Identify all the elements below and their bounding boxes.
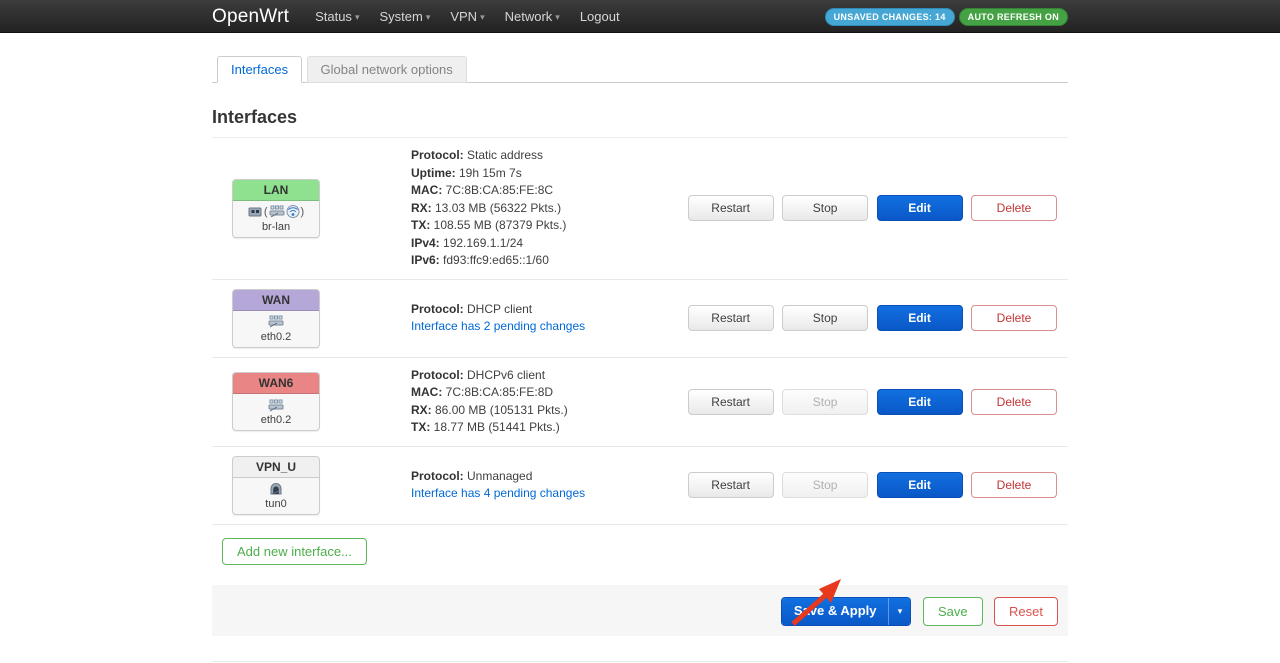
- page-title: Interfaces: [212, 107, 1068, 138]
- chevron-down-icon: ▾: [898, 606, 903, 616]
- interface-name: LAN: [233, 180, 319, 201]
- interface-row-wan: WAN eth0.2 Protocol: DHCP client Interfa…: [212, 280, 1068, 358]
- detail-line: IPv6: fd93:ffc9:ed65::1/60: [411, 252, 684, 270]
- form-actions: Save & Apply ▾ Save Reset: [212, 585, 1068, 636]
- tab-interfaces[interactable]: Interfaces: [217, 56, 302, 83]
- restart-button-wan6[interactable]: Restart: [688, 389, 774, 415]
- chevron-down-icon: ▾: [426, 12, 431, 23]
- save-and-apply-dropdown-toggle[interactable]: ▾: [888, 598, 910, 625]
- interface-status-box-wan6: WAN6 eth0.2: [232, 372, 320, 431]
- switch-icon: [268, 399, 284, 412]
- detail-line: RX: 86.00 MB (105131 Pkts.): [411, 402, 684, 420]
- interface-row-vpn-u: VPN_U tun0 Protocol: Unmanaged Interface…: [212, 447, 1068, 525]
- interface-device: br-lan: [235, 221, 317, 233]
- interface-details: Protocol: DHCP client Interface has 2 pe…: [411, 301, 684, 336]
- save-button[interactable]: Save: [923, 597, 983, 626]
- detail-line: IPv4: 192.169.1.1/24: [411, 235, 684, 253]
- ethernet-icon: [248, 205, 263, 218]
- menu-network[interactable]: Network▾: [505, 9, 560, 24]
- tab-global-network-options[interactable]: Global network options: [307, 56, 467, 83]
- menu-system[interactable]: System▾: [379, 9, 430, 24]
- stop-button-vpn-u: Stop: [782, 472, 868, 498]
- restart-button-wan[interactable]: Restart: [688, 305, 774, 331]
- detail-line: TX: 108.55 MB (87379 Pkts.): [411, 217, 684, 235]
- interface-status-box-lan: LAN ( ) br-lan: [232, 179, 320, 238]
- detail-line: Protocol: DHCP client: [411, 301, 684, 319]
- auto-refresh-badge[interactable]: AUTO REFRESH ON: [959, 8, 1068, 26]
- reset-button[interactable]: Reset: [994, 597, 1058, 626]
- bridge-open-paren: (: [264, 206, 268, 218]
- delete-button-lan[interactable]: Delete: [971, 195, 1057, 221]
- stop-button-lan[interactable]: Stop: [782, 195, 868, 221]
- restart-button-vpn-u[interactable]: Restart: [688, 472, 774, 498]
- detail-line: Protocol: Unmanaged: [411, 468, 684, 486]
- delete-button-wan6[interactable]: Delete: [971, 389, 1057, 415]
- interface-details: Protocol: Static address Uptime: 19h 15m…: [411, 147, 684, 270]
- interface-device: eth0.2: [235, 331, 317, 343]
- delete-button-vpn-u[interactable]: Delete: [971, 472, 1057, 498]
- edit-button-wan6[interactable]: Edit: [877, 389, 963, 415]
- add-new-interface-button[interactable]: Add new interface...: [222, 538, 367, 565]
- page: OpenWrt Status▾ System▾ VPN▾ Network▾ Lo…: [0, 0, 1280, 663]
- detail-line: TX: 18.77 MB (51441 Pkts.): [411, 419, 684, 437]
- detail-line: MAC: 7C:8B:CA:85:FE:8C: [411, 182, 684, 200]
- chevron-down-icon: ▾: [480, 12, 485, 23]
- chevron-down-icon: ▾: [555, 12, 560, 23]
- menu-vpn[interactable]: VPN▾: [450, 9, 484, 24]
- top-navbar: OpenWrt Status▾ System▾ VPN▾ Network▾ Lo…: [0, 0, 1280, 33]
- interface-name: WAN: [233, 290, 319, 311]
- wifi-icon: [286, 205, 300, 218]
- tab-bar: Interfaces Global network options: [212, 56, 1068, 83]
- bridge-close-paren: ): [301, 206, 305, 218]
- menu-status[interactable]: Status▾: [315, 9, 359, 24]
- switch-icon: [269, 205, 285, 218]
- interface-name: WAN6: [233, 373, 319, 394]
- detail-line: Protocol: DHCPv6 client: [411, 367, 684, 385]
- save-and-apply-split-button: Save & Apply ▾: [781, 597, 912, 626]
- interface-name: VPN_U: [233, 457, 319, 478]
- pending-changes-link-wan[interactable]: Interface has 2 pending changes: [411, 318, 684, 336]
- save-and-apply-button[interactable]: Save & Apply: [782, 598, 889, 625]
- restart-button-lan[interactable]: Restart: [688, 195, 774, 221]
- interface-details: Protocol: Unmanaged Interface has 4 pend…: [411, 468, 684, 503]
- chevron-down-icon: ▾: [355, 12, 360, 23]
- interface-status-box-wan: WAN eth0.2: [232, 289, 320, 348]
- interface-details: Protocol: DHCPv6 client MAC: 7C:8B:CA:85…: [411, 367, 684, 437]
- detail-line: Uptime: 19h 15m 7s: [411, 165, 684, 183]
- menu-logout[interactable]: Logout: [580, 9, 620, 24]
- tunnel-icon: [269, 482, 283, 495]
- edit-button-wan[interactable]: Edit: [877, 305, 963, 331]
- detail-line: RX: 13.03 MB (56322 Pkts.): [411, 200, 684, 218]
- edit-button-lan[interactable]: Edit: [877, 195, 963, 221]
- edit-button-vpn-u[interactable]: Edit: [877, 472, 963, 498]
- openwrt-logo: OpenWrt: [212, 6, 289, 28]
- interface-status-box-vpn-u: VPN_U tun0: [232, 456, 320, 515]
- interface-row-wan6: WAN6 eth0.2 Protocol: DHCPv6 client MAC:…: [212, 358, 1068, 447]
- pending-changes-link-vpn-u[interactable]: Interface has 4 pending changes: [411, 485, 684, 503]
- stop-button-wan[interactable]: Stop: [782, 305, 868, 331]
- interface-device: eth0.2: [235, 414, 317, 426]
- detail-line: Protocol: Static address: [411, 147, 684, 165]
- interface-row-lan: LAN ( ) br-lan Protocol: Static addr: [212, 138, 1068, 280]
- stop-button-wan6: Stop: [782, 389, 868, 415]
- switch-icon: [268, 315, 284, 328]
- unsaved-changes-badge[interactable]: UNSAVED CHANGES: 14: [825, 8, 955, 26]
- interface-device: tun0: [235, 498, 317, 510]
- delete-button-wan[interactable]: Delete: [971, 305, 1057, 331]
- detail-line: MAC: 7C:8B:CA:85:FE:8D: [411, 384, 684, 402]
